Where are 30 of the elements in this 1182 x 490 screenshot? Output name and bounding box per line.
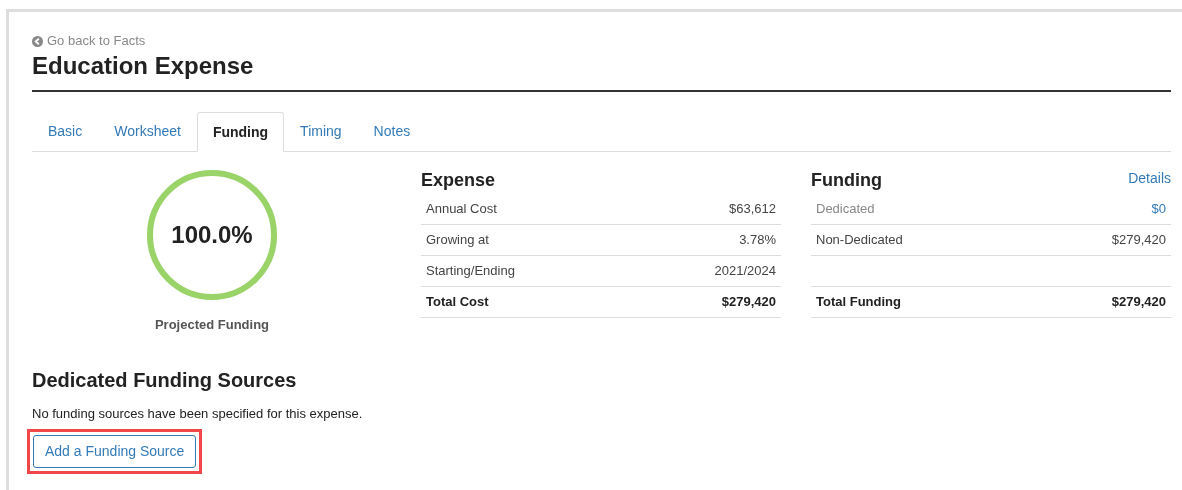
section-heading: Dedicated Funding Sources <box>32 367 298 393</box>
tab[interactable]: Notes <box>357 112 427 151</box>
row-value: $63,612 <box>729 200 776 219</box>
gauge-caption: Projected Funding <box>154 316 270 334</box>
row-label: Total Cost <box>426 293 489 312</box>
row-value: $279,420 <box>1111 293 1166 312</box>
tab[interactable]: Basic <box>32 112 99 151</box>
back-link[interactable]: Go back to Facts <box>32 33 1171 49</box>
row-value: $279,420 <box>721 293 776 312</box>
tab[interactable]: Worksheet <box>98 112 197 151</box>
add-funding-source-button[interactable]: Add a Funding Source <box>33 435 197 468</box>
row-label: Non-Dedicated <box>816 231 903 250</box>
row-label: Growing at <box>426 231 489 250</box>
row-value: 2021/2024 <box>714 262 776 281</box>
row-label: Total Funding <box>816 293 901 312</box>
section-heading: Funding <box>811 169 882 192</box>
row-label: Dedicated <box>816 200 875 219</box>
tab[interactable]: Funding <box>196 112 285 152</box>
gauge-reading: 100.0% <box>171 220 253 250</box>
page-title: Education Expense <box>32 51 255 81</box>
value-link[interactable]: $0 <box>1151 199 1166 219</box>
row-value: $279,420 <box>1111 231 1166 250</box>
row-value: 3.78% <box>739 231 776 250</box>
empty-message: No funding sources have been specified for this expense. <box>32 404 364 423</box>
tab[interactable]: Timing <box>284 112 358 151</box>
row-label: Annual Cost <box>426 200 497 219</box>
back-arrow-icon <box>32 35 43 47</box>
section-heading: Expense <box>421 169 496 192</box>
details-link[interactable]: Details <box>1128 168 1171 189</box>
row-label: Starting/Ending <box>426 262 515 281</box>
